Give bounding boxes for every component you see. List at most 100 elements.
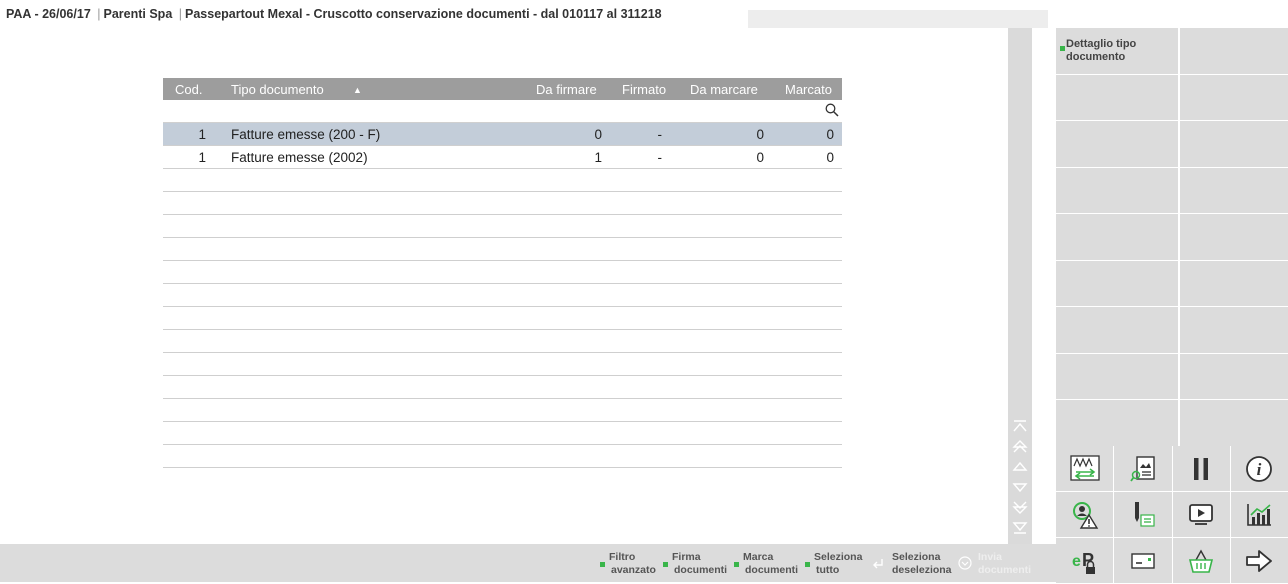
table-header: Cod. Tipo documento ▲ Da firmare Firmato… [163,78,842,100]
document-preview-icon[interactable] [1114,446,1172,491]
header-cod[interactable]: Cod. [175,82,202,97]
icon-toolbar: i eP [1056,446,1288,584]
info-icon[interactable]: i [1230,446,1288,491]
media-play-icon[interactable] [1172,492,1230,537]
scroll-up-icon[interactable] [1011,458,1029,474]
marca-label-1: Marca [743,551,774,563]
scroll-first-icon[interactable] [1011,418,1029,434]
cell-marcato: 0 [826,127,834,142]
empty-row[interactable] [163,422,842,445]
empty-row[interactable] [163,192,842,215]
function-grid: Dettaglio tipo documento [1056,28,1288,447]
empty-function-button [1056,121,1178,167]
scroll-last-icon[interactable] [1011,520,1029,536]
empty-function-button [1180,121,1288,167]
sort-ascending-icon: ▲ [353,85,362,95]
cell-cod: 1 [198,127,206,142]
header-da-marcare[interactable]: Da marcare [690,82,758,97]
cell-da-firmare: 0 [594,127,602,142]
empty-function-button [1056,353,1178,399]
svg-text:i: i [1257,460,1262,479]
pause-icon[interactable] [1172,446,1230,491]
empty-row[interactable] [163,399,842,422]
header-tipo-documento[interactable]: Tipo documento [231,82,324,97]
table-search-row[interactable] [163,100,842,123]
scroll-down-icon[interactable] [1011,480,1029,496]
firma-documenti-button[interactable]: Firma documenti [663,544,728,582]
cell-da-firmare: 1 [594,150,602,165]
seleziona-tutto-button[interactable]: Seleziona tutto [805,544,867,582]
signature-icon[interactable] [1114,492,1172,537]
cell-da-marcare: 0 [756,150,764,165]
arrow-right-icon[interactable] [1230,538,1288,583]
cell-tipo: Fatture emesse (2002) [231,150,368,165]
cell-da-marcare: 0 [756,127,764,142]
search-icon[interactable] [825,103,839,117]
empty-row[interactable] [163,284,842,307]
ep-lock-icon[interactable]: eP [1056,538,1114,583]
green-marker-icon [600,562,605,567]
seleziona-deseleziona-label-2: deseleziona [892,564,952,576]
empty-function-button [1180,307,1288,353]
seleziona-deseleziona-label-1: Seleziona [892,551,941,563]
empty-function-button [1180,353,1288,399]
empty-row[interactable] [163,376,842,399]
card-icon[interactable] [1114,538,1172,583]
user-warning-icon[interactable] [1056,492,1114,537]
bottom-function-bar: Filtro avanzato Firma documenti Marca do… [0,544,1056,582]
empty-row[interactable] [163,445,842,468]
title-separator: | [97,7,101,21]
title-band [748,10,1048,28]
empty-function-button [1056,214,1178,260]
invia-documenti-button[interactable]: Invia documenti [958,544,1032,582]
empty-row[interactable] [163,215,842,238]
header-da-firmare[interactable]: Da firmare [536,82,597,97]
title-app: PAA - 26/06/17 [6,7,91,21]
empty-row[interactable] [163,330,842,353]
seleziona-tutto-label-1: Seleziona [814,551,863,563]
firma-label-1: Firma [672,551,701,563]
empty-function-button [1180,260,1288,306]
vertical-scrollbar[interactable] [1008,28,1032,544]
green-marker-icon [734,562,739,567]
filtro-label-2: avanzato [611,564,656,576]
empty-row[interactable] [163,169,842,192]
detail-label-line1: Dettaglio tipo [1066,38,1137,50]
document-table: Cod. Tipo documento ▲ Da firmare Firmato… [163,78,842,468]
green-marker-icon [805,562,810,567]
title-company: Parenti Spa [103,7,173,21]
cell-tipo: Fatture emesse (200 - F) [231,127,381,142]
header-marcato[interactable]: Marcato [785,82,832,97]
detail-document-type-button[interactable]: Dettaglio tipo documento [1056,28,1178,74]
invia-label-2: documenti [978,564,1032,576]
table-row[interactable]: 1 Fatture emesse (2002) 1 - 0 0 [163,146,842,169]
empty-function-button [1180,74,1288,120]
empty-row[interactable] [163,238,842,261]
title-separator: | [178,7,183,21]
scroll-page-down-icon[interactable] [1011,500,1029,516]
basket-icon[interactable] [1172,538,1230,583]
send-circle-icon [958,556,972,570]
stats-chart-icon[interactable] [1230,492,1288,537]
filtro-avanzato-button[interactable]: Filtro avanzato [600,544,660,582]
cell-marcato: 0 [826,150,834,165]
seleziona-deseleziona-button[interactable]: Seleziona deseleziona [872,544,952,582]
empty-function-button [1056,74,1178,120]
table-row[interactable]: 1 Fatture emesse (200 - F) 0 - 0 0 [163,123,842,146]
marca-label-2: documenti [745,564,799,576]
title-bar: PAA - 26/06/17 | Parenti Spa | Passepartou… [0,0,1288,28]
enter-key-icon [873,559,883,569]
svg-text:e: e [1072,553,1081,570]
scroll-page-up-icon[interactable] [1011,438,1029,454]
empty-function-button [1180,167,1288,213]
detail-label-line2: documento [1066,51,1126,63]
empty-row[interactable] [163,353,842,376]
main-area: Cod. Tipo documento ▲ Da firmare Firmato… [0,28,1032,544]
right-panel: Dettaglio tipo documento i e P [1056,28,1288,584]
empty-row[interactable] [163,261,842,284]
filtro-label-1: Filtro [609,551,636,563]
import-export-icon[interactable] [1056,446,1114,491]
empty-row[interactable] [163,307,842,330]
header-firmato[interactable]: Firmato [622,82,666,97]
marca-documenti-button[interactable]: Marca documenti [734,544,799,582]
